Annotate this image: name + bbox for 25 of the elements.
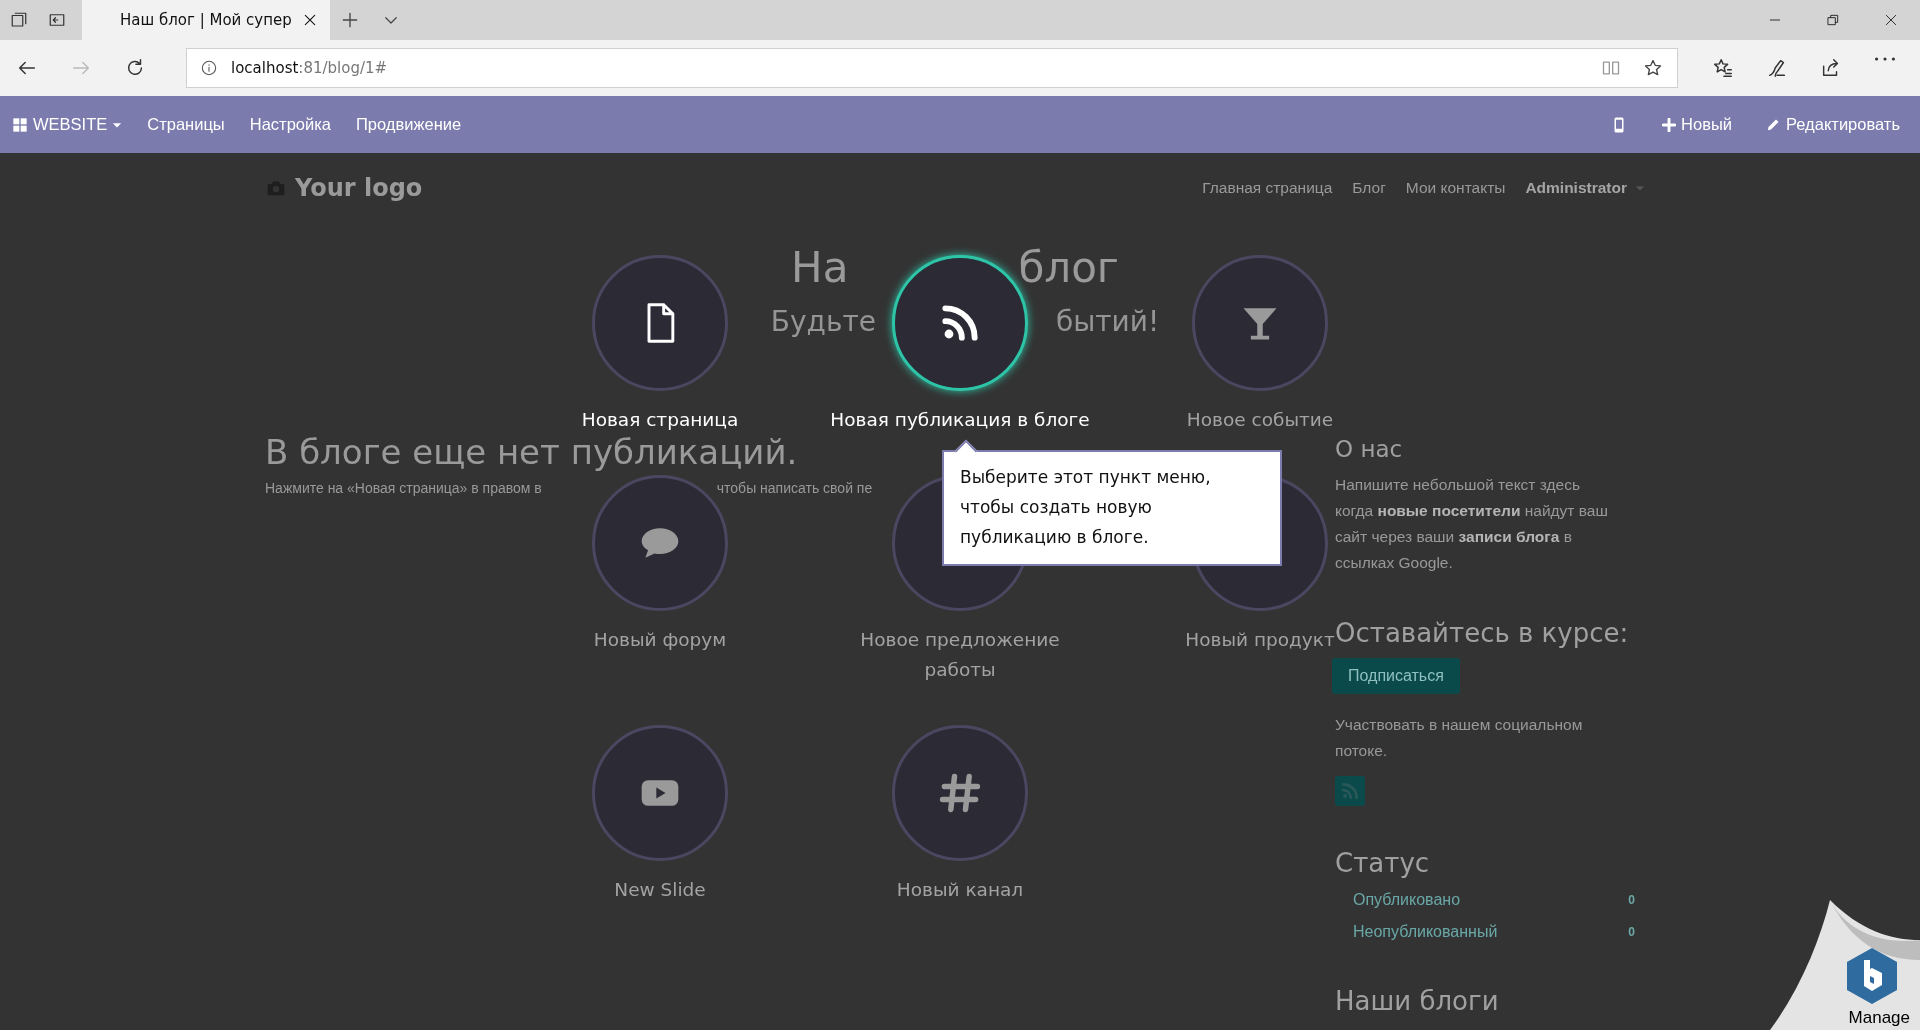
- option-label: Новое предложение работы: [859, 628, 1061, 682]
- blog-subtitle: бытий!: [1055, 304, 1160, 340]
- blog-subtitle: Будьте: [770, 304, 876, 340]
- blog-title: блог: [1018, 242, 1119, 294]
- url-text: localhost:81/blog/1#: [231, 59, 388, 77]
- option-label: Новая страница: [581, 408, 739, 432]
- blog-title: На: [791, 242, 849, 294]
- about-text: Напишите небольшой текст здесь когда новые посетители найдут ваш сайт через ваши записи блога в ссылках Google.: [1335, 475, 1609, 573]
- blogs-heading: Наши блоги: [1335, 985, 1500, 1018]
- option-label: Новый форум: [593, 628, 727, 652]
- status-count: 0: [1628, 892, 1635, 909]
- option-label: New Slide: [614, 878, 706, 902]
- follow-heading: Оставайтесь в курсе:: [1335, 617, 1630, 648]
- status-count: 0: [1628, 924, 1635, 941]
- about-heading: О нас: [1335, 435, 1404, 464]
- option-label: Новый канал: [896, 878, 1024, 902]
- hint-text: Нажмите на «Новая страница» в правом в: [265, 480, 542, 496]
- option-label: Новая публикация в блоге: [830, 408, 1090, 432]
- status-heading: Статус: [1335, 847, 1431, 880]
- option-label: Новый продукт: [1185, 629, 1335, 652]
- tooltip: Выберите этот пункт меню, чтобы создать новую публикацию в блоге.: [942, 450, 1282, 566]
- hint-text: чтобы написать свой пе: [716, 480, 873, 496]
- social-text: Участвовать в нашем социальном потоке.: [1335, 715, 1584, 761]
- option-label: Новое событие: [1186, 408, 1334, 432]
- empty-blog-heading: В блоге еще нет публикаций.: [265, 434, 798, 470]
